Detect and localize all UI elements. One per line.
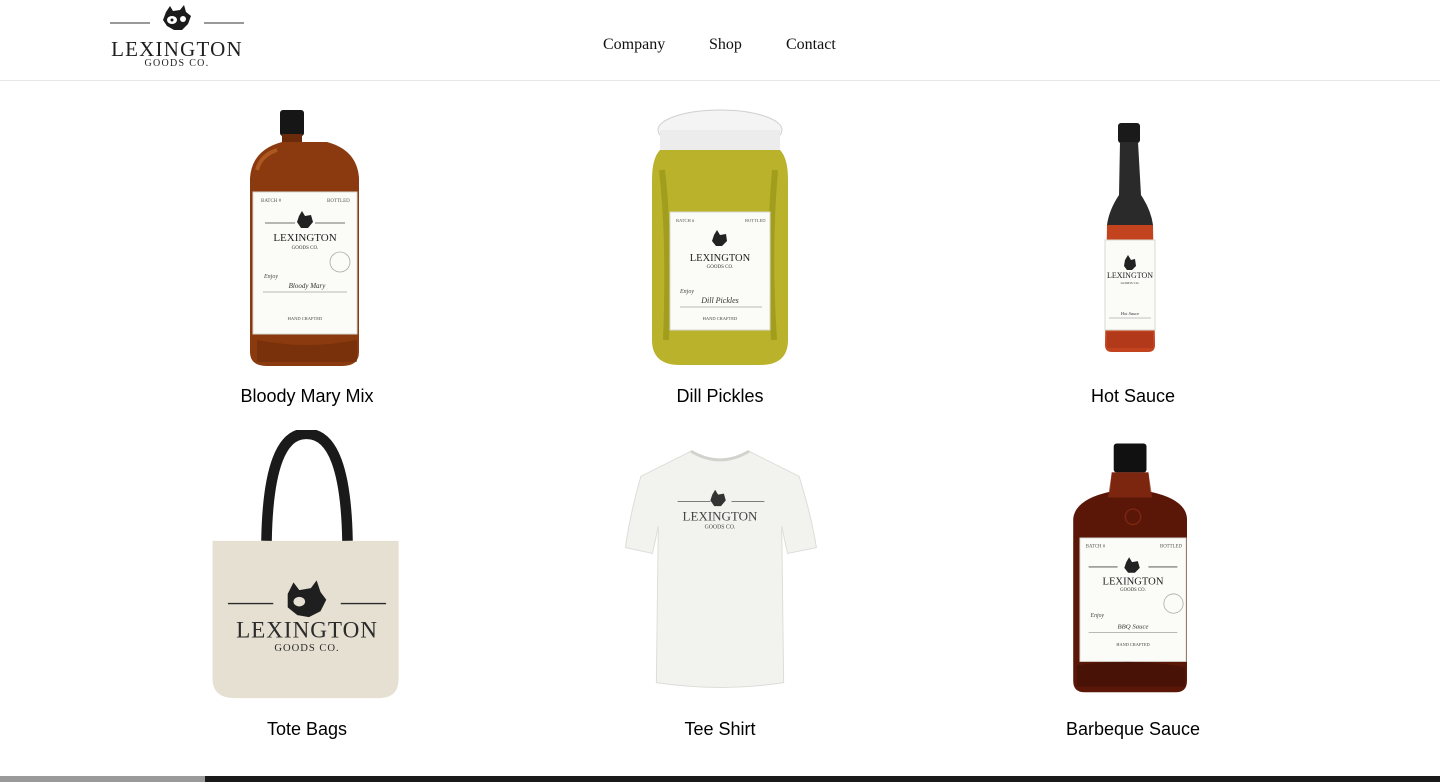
product-card-dill-pickles[interactable]: BATCH # BOTTLED LEXINGTON GOODS CO. Enjo… — [570, 100, 870, 420]
tee-brand-sub: GOODS CO. — [705, 524, 736, 530]
product-card-hot-sauce[interactable]: LEXINGTON GOODS CO. Hot Sauce Hot Sauce — [983, 100, 1283, 420]
nav-shop[interactable]: Shop — [709, 35, 742, 55]
label-brand: LEXINGTON — [690, 253, 751, 264]
tote-brand: LEXINGTON — [236, 617, 378, 643]
hot-sauce-bottle-icon: LEXINGTON GOODS CO. Hot Sauce — [1104, 123, 1156, 352]
amber-bottle-icon: BATCH # BOTTLED LEXINGTON GOODS CO. Enjo… — [250, 110, 359, 366]
bottom-window-edge-light — [0, 776, 205, 782]
bottom-window-edge — [0, 776, 1440, 782]
main-nav: Company Shop Contact — [0, 35, 1440, 55]
tee-brand: LEXINGTON — [683, 509, 758, 524]
tote-bag-icon: LEXINGTON GOODS CO. — [212, 430, 399, 699]
label-hand-crafted: HAND CRAFTED — [288, 316, 323, 321]
product-title[interactable]: Hot Sauce — [983, 385, 1283, 407]
product-title[interactable]: Tee Shirt — [570, 718, 870, 740]
label-script: Bloody Mary — [289, 282, 327, 290]
product-title[interactable]: Bloody Mary Mix — [157, 385, 457, 407]
tote-brand-sub: GOODS CO. — [274, 643, 339, 654]
product-title[interactable]: Barbeque Sauce — [983, 718, 1283, 740]
label-brand-sub: GOODS CO. — [1121, 281, 1140, 285]
product-title[interactable]: Dill Pickles — [570, 385, 870, 407]
label-bottled: BOTTLED — [1160, 545, 1182, 550]
dog-logo-icon — [110, 5, 244, 30]
label-script: Dill Pickles — [700, 296, 739, 305]
product-card-tote-bags[interactable]: LEXINGTON GOODS CO. Tote Bags — [157, 430, 457, 750]
label-bottled: BOTTLED — [327, 199, 350, 204]
product-card-bloody-mary-mix[interactable]: BATCH # BOTTLED LEXINGTON GOODS CO. Enjo… — [157, 100, 457, 420]
label-brand-sub: GOODS CO. — [292, 246, 319, 251]
product-card-barbeque-sauce[interactable]: BATCH # BOTTLED LEXINGTON GOODS CO. Enjo… — [983, 430, 1283, 750]
brand-subtitle: GOODS CO. — [144, 58, 210, 69]
label-brand: LEXINGTON — [1107, 271, 1153, 280]
label-hand-crafted: HAND CRAFTED — [703, 316, 738, 321]
label-brand: LEXINGTON — [273, 232, 336, 244]
label-hand-crafted: HAND CRAFTED — [1116, 642, 1149, 647]
label-brand-sub: GOODS CO. — [1120, 588, 1146, 593]
label-batch: BATCH # — [1086, 545, 1106, 550]
label-brand-sub: GOODS CO. — [707, 265, 734, 270]
label-enjoy: Enjoy — [679, 289, 694, 295]
flask-bottle-icon: BATCH # BOTTLED LEXINGTON GOODS CO. Enjo… — [1073, 443, 1187, 693]
label-script: BBQ Sauce — [1118, 624, 1149, 631]
label-brand: LEXINGTON — [1102, 576, 1163, 587]
nav-contact[interactable]: Contact — [786, 35, 836, 55]
label-enjoy: Enjoy — [1090, 613, 1105, 619]
tee-shirt-icon: LEXINGTON GOODS CO. — [624, 449, 817, 688]
label-bottled: BOTTLED — [745, 218, 766, 223]
pickle-jar-icon: BATCH # BOTTLED LEXINGTON GOODS CO. Enjo… — [652, 109, 788, 365]
label-enjoy: Enjoy — [263, 274, 278, 280]
nav-company[interactable]: Company — [603, 35, 665, 55]
label-script: Hot Sauce — [1120, 311, 1140, 316]
product-card-tee-shirt[interactable]: LEXINGTON GOODS CO. Tee Shirt — [570, 430, 870, 750]
label-batch: BATCH # — [261, 199, 282, 204]
product-title[interactable]: Tote Bags — [157, 718, 457, 740]
site-header: LEXINGTON GOODS CO. Company Shop Contact — [0, 0, 1440, 81]
label-batch: BATCH # — [676, 218, 695, 223]
